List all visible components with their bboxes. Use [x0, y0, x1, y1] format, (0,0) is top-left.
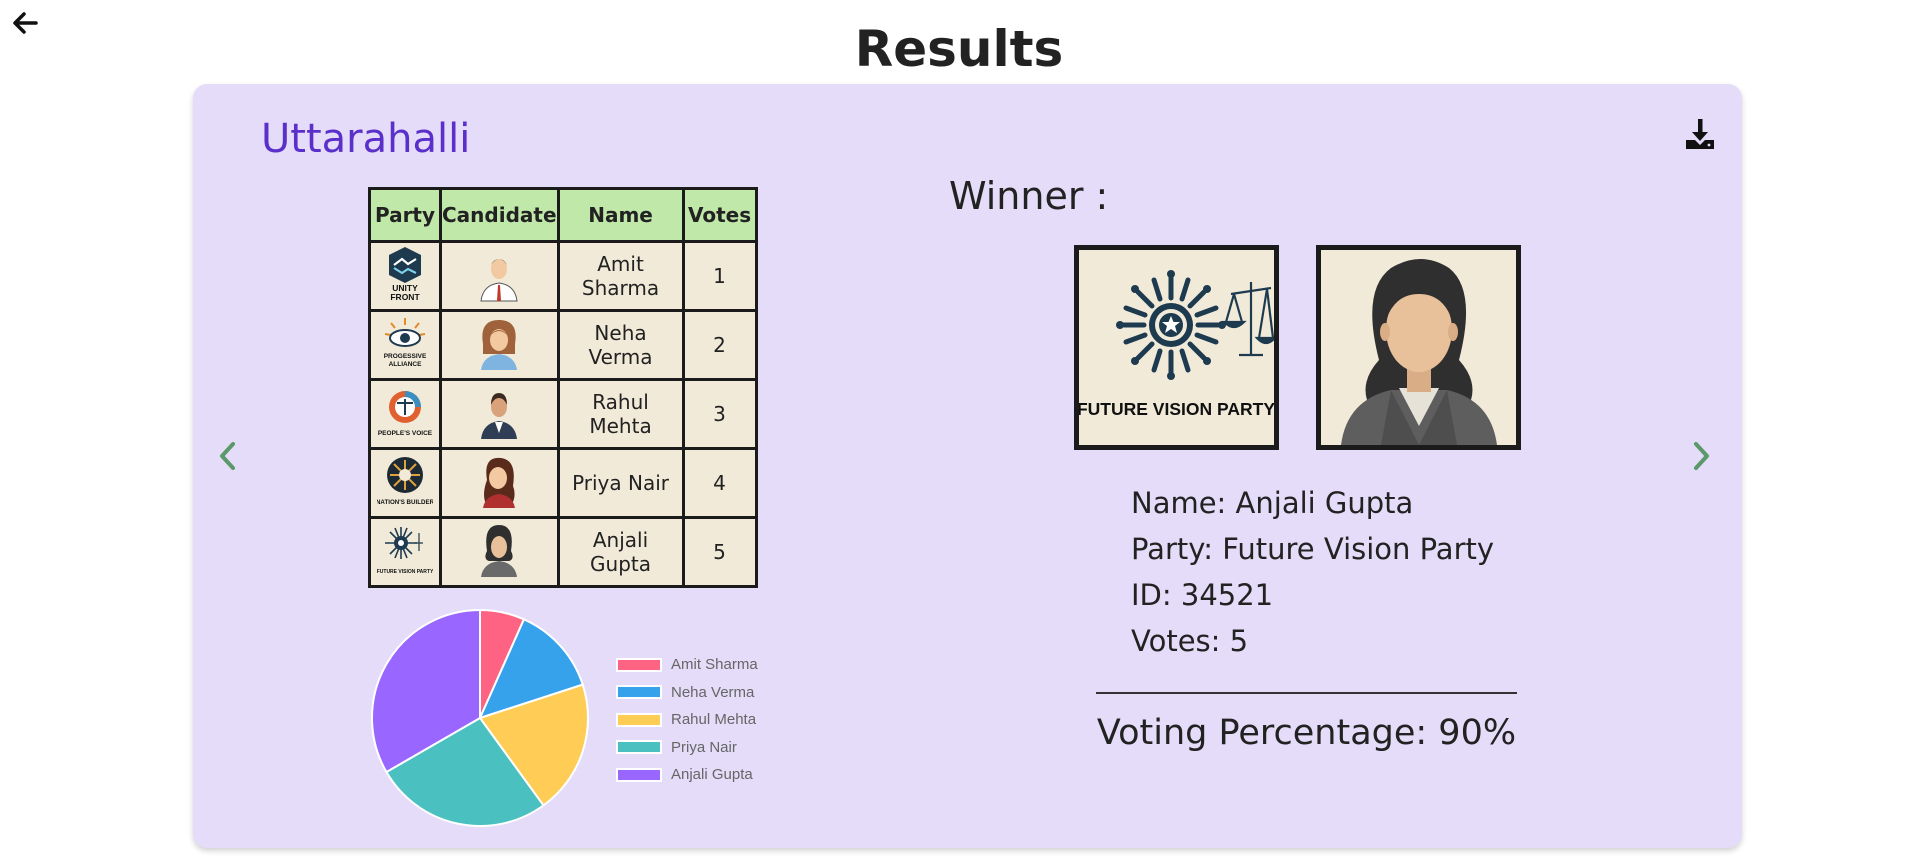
legend-swatch: [616, 685, 662, 700]
svg-text:ALLIANCE: ALLIANCE: [389, 361, 423, 368]
svg-text:FUTURE VISION PARTY: FUTURE VISION PARTY: [377, 569, 433, 575]
table-row: UNITY FRONT Amit Sharma 1: [368, 240, 758, 312]
previous-button[interactable]: [213, 436, 243, 476]
svg-text:PEOPLE'S VOICE: PEOPLE'S VOICE: [378, 430, 433, 437]
candidate-name: Priya Nair: [556, 447, 685, 519]
table-row: PEOPLE'S VOICE Rahul Mehta 3: [368, 378, 758, 450]
legend-item[interactable]: Neha Verma: [616, 679, 758, 707]
candidate-votes: 5: [681, 516, 758, 588]
candidate-photo: [439, 516, 560, 588]
candidate-name: Amit Sharma: [556, 240, 685, 312]
winner-votes: Votes: 5: [1131, 624, 1249, 658]
winner-label: Winner :: [949, 174, 1109, 218]
progressive-alliance-logo-icon: PROGESSIVE ALLIANCE: [384, 317, 427, 368]
column-header-votes: Votes: [681, 187, 758, 243]
candidate-votes: 3: [681, 378, 758, 450]
candidate-photo: [439, 240, 560, 312]
voting-percentage: Voting Percentage: 90%: [1096, 713, 1517, 753]
candidate-photo: [439, 447, 560, 519]
party-logo: PROGESSIVE ALLIANCE: [368, 309, 442, 381]
chevron-left-icon: [220, 442, 235, 470]
candidate-avatar-icon: [481, 524, 518, 577]
download-button[interactable]: [1682, 116, 1718, 152]
nations-builder-logo-icon: NATION'S BUILDER: [376, 456, 435, 506]
legend-label: Amit Sharma: [671, 656, 758, 674]
party-logo: NATION'S BUILDER: [368, 447, 442, 519]
party-logo: PEOPLE'S VOICE: [368, 378, 442, 450]
winner-photo: [1316, 245, 1521, 450]
winner-details: Name: Anjali Gupta Party: Future Vision …: [1131, 480, 1494, 664]
candidate-votes: 2: [681, 309, 758, 381]
candidate-photo: [439, 309, 560, 381]
chevron-right-icon: [1694, 442, 1709, 470]
legend-label: Anjali Gupta: [671, 766, 753, 784]
table-row: PROGESSIVE ALLIANCE Neha Verma 2: [368, 309, 758, 381]
legend-swatch: [616, 657, 662, 672]
table-header-row: Party Candidate Name Votes: [368, 187, 758, 243]
column-header-candidate: Candidate: [439, 187, 560, 243]
column-header-name: Name: [556, 187, 685, 243]
results-card: Uttarahalli Party Candidate Name Votes U…: [193, 84, 1742, 848]
candidate-votes: 1: [681, 240, 758, 312]
legend-swatch: [616, 767, 662, 782]
candidate-avatar-icon: [481, 392, 518, 439]
future-vision-party-logo-icon: FUTURE VISION PARTY: [1079, 270, 1274, 419]
candidate-name: Anjali Gupta: [556, 516, 685, 588]
download-icon: [1686, 119, 1714, 149]
winner-name: Name: Anjali Gupta: [1131, 486, 1414, 520]
divider: [1096, 692, 1517, 694]
candidate-avatar-icon: [483, 457, 516, 508]
candidate-votes: 4: [681, 447, 758, 519]
svg-text:PROGESSIVE: PROGESSIVE: [384, 353, 427, 360]
candidate-name: Neha Verma: [556, 309, 685, 381]
legend-item[interactable]: Amit Sharma: [616, 651, 758, 679]
legend-label: Rahul Mehta: [671, 711, 757, 729]
winner-avatar-icon: [1341, 259, 1497, 445]
constituency-name: Uttarahalli: [261, 116, 471, 162]
legend-label: Neha Verma: [671, 683, 755, 701]
legend-item[interactable]: Rahul Mehta: [616, 706, 758, 734]
winner-id: ID: 34521: [1131, 578, 1274, 612]
party-logo: FUTURE VISION PARTY: [368, 516, 442, 588]
winner-party: Party: Future Vision Party: [1131, 532, 1495, 566]
party-logo: UNITY FRONT: [368, 240, 442, 312]
unity-front-logo-icon: UNITY FRONT: [389, 246, 421, 302]
candidate-avatar-icon: [481, 319, 518, 370]
legend-swatch: [616, 740, 662, 755]
legend-item[interactable]: Anjali Gupta: [616, 761, 758, 789]
winner-party-logo: FUTURE VISION PARTY: [1074, 245, 1279, 450]
svg-text:FRONT: FRONT: [390, 292, 420, 302]
candidate-photo: [439, 378, 560, 450]
legend-swatch: [616, 712, 662, 727]
future-vision-party-logo-icon: FUTURE VISION PARTY: [377, 526, 434, 575]
candidate-avatar-icon: [480, 258, 518, 301]
winner-party-logo-text: FUTURE VISION PARTY: [1079, 399, 1274, 419]
votes-pie-chart: [371, 608, 589, 827]
legend-label: Priya Nair: [671, 738, 737, 756]
results-table: Party Candidate Name Votes UNITY FRONT A…: [368, 187, 758, 588]
peoples-voice-logo-icon: PEOPLE'S VOICE: [378, 390, 433, 437]
pie-legend: Amit Sharma Neha Verma Rahul Mehta Priya Na…: [616, 651, 758, 789]
next-button[interactable]: [1686, 436, 1716, 476]
column-header-party: Party: [368, 187, 442, 243]
table-row: FUTURE VISION PARTY Anjali Gupta 5: [368, 516, 758, 588]
svg-text:NATION'S BUILDER: NATION'S BUILDER: [377, 499, 433, 506]
page-title: Results: [854, 20, 1064, 78]
table-row: NATION'S BUILDER Priya Nair 4: [368, 447, 758, 519]
candidate-name: Rahul Mehta: [556, 378, 685, 450]
legend-item[interactable]: Priya Nair: [616, 734, 758, 762]
